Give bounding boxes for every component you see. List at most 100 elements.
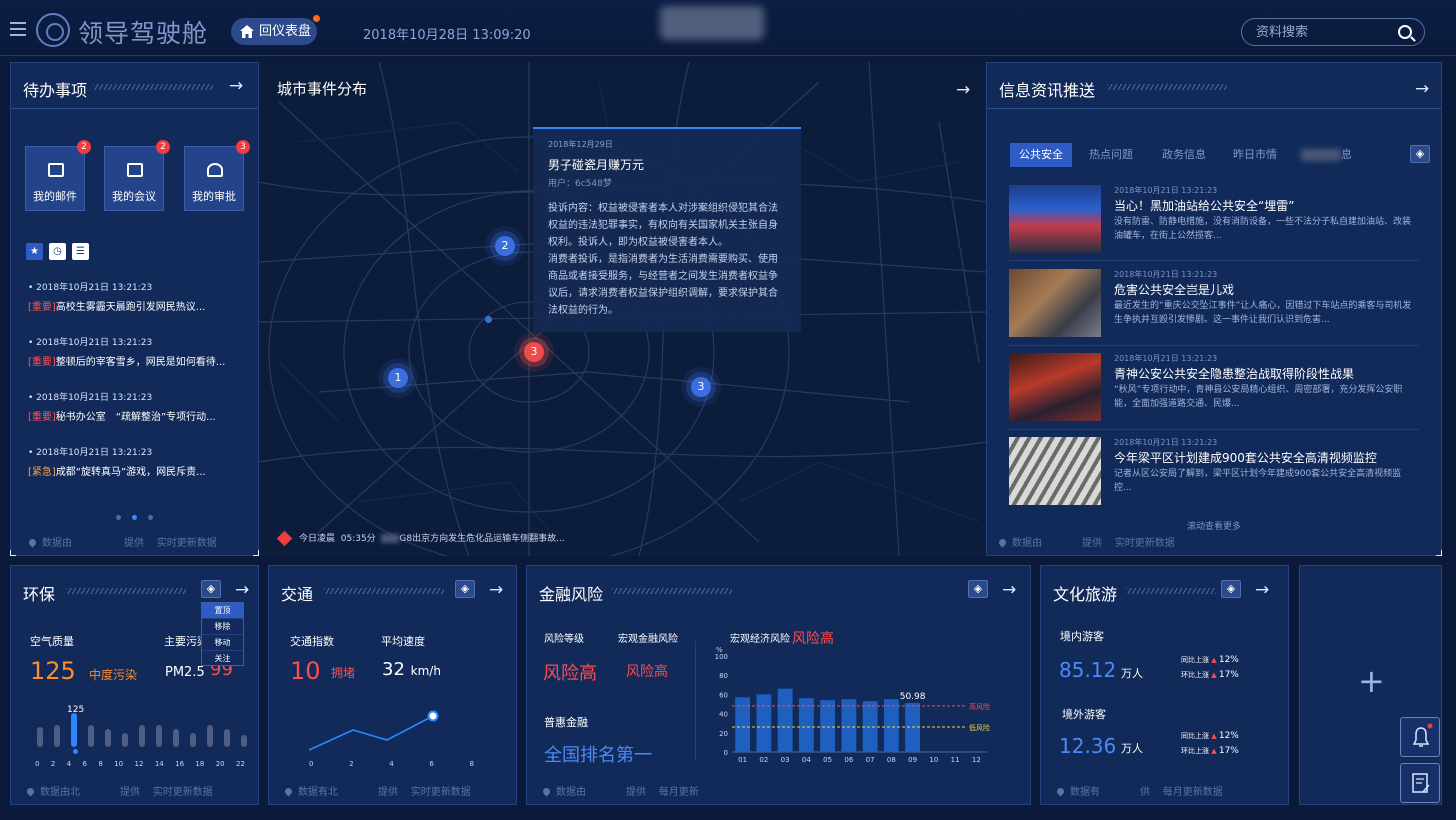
- menu-item-follow[interactable]: 关注: [202, 651, 243, 667]
- search-input[interactable]: [1256, 24, 1386, 40]
- x-tick-label: 11: [951, 756, 960, 764]
- x-tick-label: 01: [738, 756, 747, 764]
- menu-icon[interactable]: [10, 22, 26, 36]
- tab-public-safety[interactable]: 公共安全: [1010, 143, 1072, 167]
- scroll-more[interactable]: 滚动查看更多: [987, 519, 1441, 532]
- todo-date: • 2018年10月21日 13:21:23: [28, 448, 153, 458]
- domestic-yoy: 环比上涨 ▲ 17%: [1181, 670, 1239, 680]
- y-tick-label: 60: [719, 691, 728, 699]
- todo-text: 成都“旋转真马”游戏，网民斥责...: [55, 467, 206, 478]
- tourism-layers-icon[interactable]: ◈: [1221, 580, 1241, 598]
- traffic-index-label: 交通指数: [290, 635, 334, 648]
- env-layers-icon[interactable]: ◈: [201, 580, 221, 598]
- map-marker[interactable]: 2: [495, 236, 515, 256]
- traffic-arrow-icon[interactable]: →: [489, 582, 503, 599]
- mail-icon: [48, 163, 64, 177]
- air-quality-label: 空气质量: [30, 635, 74, 648]
- todo-item[interactable]: • 2018年10月21日 13:21:23 [重要]高校生雾霾天晨跑引发网民热…: [28, 280, 205, 313]
- mail-badge: 2: [77, 140, 91, 154]
- list-tab-icon[interactable]: ☰: [72, 243, 89, 260]
- air-quality-level: 中度污染: [89, 668, 138, 682]
- approval-badge: 3: [236, 140, 250, 154]
- popup-user: 用户：6c548梦: [548, 179, 612, 189]
- meeting-card[interactable]: 我的会议 2: [104, 140, 170, 211]
- news-item[interactable]: 2018年10月21日 13:21:23 今年梁平区计划建成900套公共安全高清…: [1009, 437, 1429, 507]
- tab-government[interactable]: 政务信息: [1162, 143, 1206, 167]
- notification-button[interactable]: [1400, 717, 1440, 757]
- finance-footer: 数据由 提供 每月更新: [541, 783, 699, 798]
- mail-card[interactable]: 我的邮件 2: [25, 140, 91, 211]
- star-tab-icon[interactable]: ★: [26, 243, 43, 260]
- news-title: 青神公安公共安全隐患整治战取得阶段性战果: [1114, 367, 1355, 381]
- todo-item[interactable]: • 2018年10月21日 13:21:23 [重要]秘书办公室 “疏解整治”专…: [28, 390, 216, 423]
- air-quality-value: 125: [30, 657, 76, 685]
- foreign-visitors-unit: 万人: [1121, 742, 1143, 755]
- risk-level-label: 风险等级: [544, 634, 584, 645]
- news-summary: 没有防雷、防静电措施，没有消防设备，一些不法分子私自建加油站、改装油罐车，在街上…: [1114, 217, 1412, 241]
- x-tick-label: 05: [823, 756, 832, 764]
- clock-tab-icon[interactable]: ◷: [49, 243, 66, 260]
- search-icon[interactable]: [1398, 25, 1412, 39]
- tab-city-daily[interactable]: 昨日市情: [1233, 143, 1277, 167]
- city-event-map[interactable]: 城市事件分布 → 2 3 1 3 2018年12月29日 男子碰瓷月赚万元 用户…: [259, 62, 986, 556]
- search-box[interactable]: [1241, 18, 1425, 46]
- notes-button[interactable]: [1400, 763, 1440, 803]
- meeting-card-label: 我的会议: [112, 190, 156, 203]
- traffic-x-axis: 02468: [309, 760, 474, 768]
- alert-ticker[interactable]: 今日凌晨 05:35分 G8出京方向发生危化品运输车侧翻事故...: [276, 530, 565, 547]
- todo-item[interactable]: • 2018年10月21日 13:21:23 [重要]整顿后的宰客雪乡，网民是如…: [28, 335, 225, 368]
- tab-other[interactable]: 息: [1301, 143, 1352, 167]
- todo-date: • 2018年10月21日 13:21:23: [28, 283, 153, 293]
- threshold-label: 高风险: [969, 702, 990, 711]
- app-title: 领导驾驶舱: [78, 19, 209, 48]
- traffic-layers-icon[interactable]: ◈: [455, 580, 475, 598]
- foreign-mom: 同比上涨 ▲ 12%: [1181, 731, 1239, 741]
- traffic-line-chart: [308, 710, 439, 751]
- approval-card[interactable]: 我的审批 3: [184, 140, 250, 211]
- dashboard-button[interactable]: 回仪表盘: [231, 15, 320, 45]
- warning-icon: [276, 530, 293, 547]
- speed-label: 平均速度: [381, 635, 425, 648]
- news-item[interactable]: 2018年10月21日 13:21:23 当心！黑加油站给公共安全“埋雷” 没有…: [1009, 185, 1429, 255]
- bar: [798, 698, 814, 752]
- menu-item-move[interactable]: 移动: [202, 635, 243, 651]
- bar: [820, 700, 836, 752]
- foreign-yoy: 环比上涨 ▲ 17%: [1181, 746, 1239, 756]
- map-marker[interactable]: 3: [691, 377, 711, 397]
- todo-tag: [重要]: [28, 357, 56, 368]
- info-arrow-icon[interactable]: →: [1415, 81, 1429, 98]
- traffic-footer: 数据有北 提供 实时更新数据: [283, 783, 471, 798]
- info-layers-icon[interactable]: ◈: [1410, 145, 1430, 163]
- map-marker[interactable]: 1: [388, 368, 408, 388]
- news-item[interactable]: 2018年10月21日 13:21:23 青神公安公共安全隐患整治战取得阶段性战…: [1009, 353, 1429, 423]
- map-dot[interactable]: [485, 316, 492, 323]
- todo-item[interactable]: • 2018年10月21日 13:21:23 [紧急]成都“旋转真马”游戏，网民…: [28, 445, 206, 478]
- env-title: 环保: [23, 585, 56, 604]
- todo-text: 整顿后的宰客雪乡，网民是如何看待...: [55, 357, 226, 368]
- news-item[interactable]: 2018年10月21日 13:21:23 危害公共安全岂是儿戏 最近发生的“重庆…: [1009, 269, 1429, 339]
- plus-icon[interactable]: +: [1358, 665, 1385, 697]
- info-footer: 数据由 提供 实时更新数据: [997, 534, 1175, 549]
- map-marker[interactable]: 3: [524, 342, 544, 362]
- finance-layers-icon[interactable]: ◈: [968, 580, 988, 598]
- todo-arrow-icon[interactable]: →: [229, 78, 243, 95]
- threshold-label: 低风险: [969, 723, 990, 732]
- menu-item-remove[interactable]: 移除: [202, 619, 243, 635]
- map-arrow-icon[interactable]: →: [956, 82, 970, 99]
- env-arrow-icon[interactable]: →: [235, 582, 249, 599]
- todo-text: 秘书办公室 “疏解整治”专项行动...: [55, 412, 216, 423]
- tourism-arrow-icon[interactable]: →: [1255, 582, 1269, 599]
- inclusive-finance-value: 全国排名第一: [544, 745, 652, 766]
- news-summary: “秋风”专项行动中，青神县公安局精心组织、周密部署，充分发挥公安职能，全面加强道…: [1114, 385, 1403, 409]
- pollutant-name: PM2.5: [165, 665, 205, 680]
- todo-footer: 数据由 提供 实时更新数据: [27, 534, 217, 549]
- todo-tag: [紧急]: [28, 467, 56, 478]
- redacted-area: [660, 6, 764, 40]
- notification-dot: [313, 15, 320, 22]
- bell-icon: [1412, 723, 1433, 747]
- finance-arrow-icon[interactable]: →: [1002, 582, 1016, 599]
- traffic-title: 交通: [281, 585, 314, 604]
- tab-hot-issues[interactable]: 热点问题: [1089, 143, 1133, 167]
- menu-item-pin[interactable]: 置顶: [202, 603, 243, 619]
- pagination-dots[interactable]: [116, 505, 164, 524]
